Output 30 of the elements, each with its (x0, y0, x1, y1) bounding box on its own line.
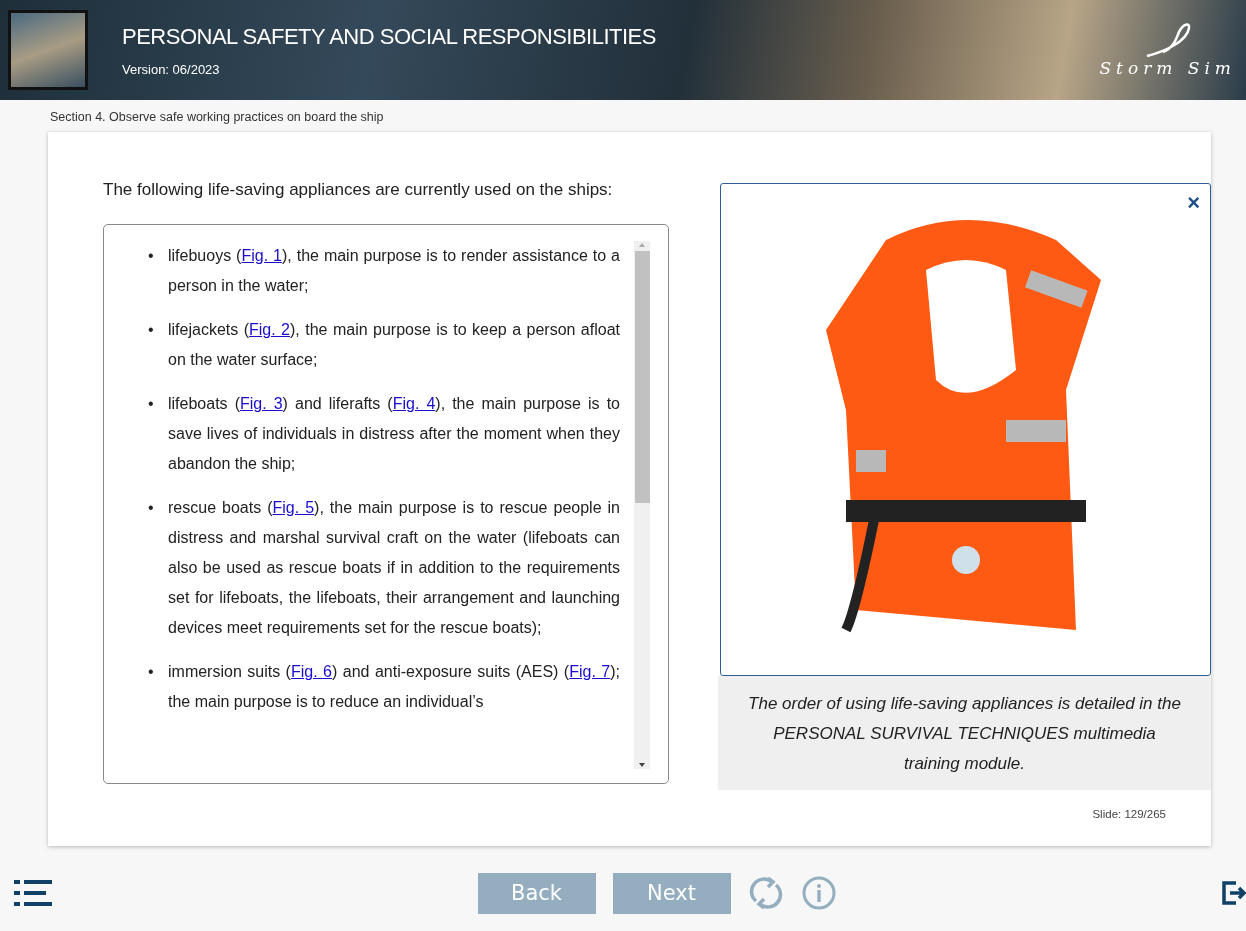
info-icon[interactable] (800, 875, 837, 911)
scroll-up-icon[interactable] (637, 241, 647, 249)
bullet: • (148, 662, 155, 682)
scroll-down-icon[interactable] (637, 761, 647, 769)
list-item-text: lifebuoys (Fig. 1), the main purpose is to render assistance to a person in the water; (168, 246, 620, 296)
version-label: Version: 06/2023 (122, 61, 221, 77)
bullet: • (148, 394, 155, 414)
course-title: PERSONAL SAFETY AND SOCIAL RESPONSIBILITIES (122, 23, 657, 50)
list-item-text: rescue boats (Fig. 5), the main purpose is to rescue people in distress and marshal survival craft on the water (lifeboats can also be used as rescue boats if in addition to the requirements set for lifeboats, the lifeboats, their arrangement and launching devices meet requirements set for the rescue boats); (168, 498, 620, 638)
menu-icon[interactable] (14, 879, 52, 907)
section-title: Section 4. Observe safe working practices on board the ship (49, 109, 385, 126)
list-item-text: lifejackets (Fig. 2), the main purpose is to keep a person afloat on the water surface; (168, 320, 620, 370)
logo-text: Storm Sim (1099, 58, 1236, 78)
bullet: • (148, 246, 155, 266)
figure-link[interactable]: Fig. 3 (240, 395, 283, 412)
refresh-icon[interactable] (747, 875, 784, 911)
close-button[interactable]: × (1187, 192, 1200, 214)
figure-link[interactable]: Fig. 2 (249, 321, 291, 338)
figure-link[interactable]: Fig. 6 (290, 663, 332, 680)
list-item-text: lifeboats (Fig. 3) and liferafts (Fig. 4), the main purpose is to save lives of individuals in distress after the moment when they abandon the ship; (168, 394, 620, 474)
scrollbar[interactable] (634, 241, 650, 769)
intro-text: The following life-saving appliances are currently used on the ships: (103, 180, 614, 200)
caption-text: The order of using life-saving appliances is detailed in the PERSONAL SURVIVAL TECHNIQUES multimedia training module. (718, 676, 1211, 790)
slide-counter: Slide: 129/265 (1091, 807, 1167, 822)
exit-icon[interactable] (1222, 879, 1246, 907)
figure-link[interactable]: Fig. 5 (272, 499, 315, 516)
figure-link[interactable]: Fig. 1 (241, 247, 282, 264)
bullet: • (148, 320, 155, 340)
list-item-text: immersion suits (Fig. 6) and anti-exposure suits (AES) (Fig. 7); the main purpose is to reduce an individual’s (168, 662, 620, 712)
bullet: • (148, 498, 155, 518)
